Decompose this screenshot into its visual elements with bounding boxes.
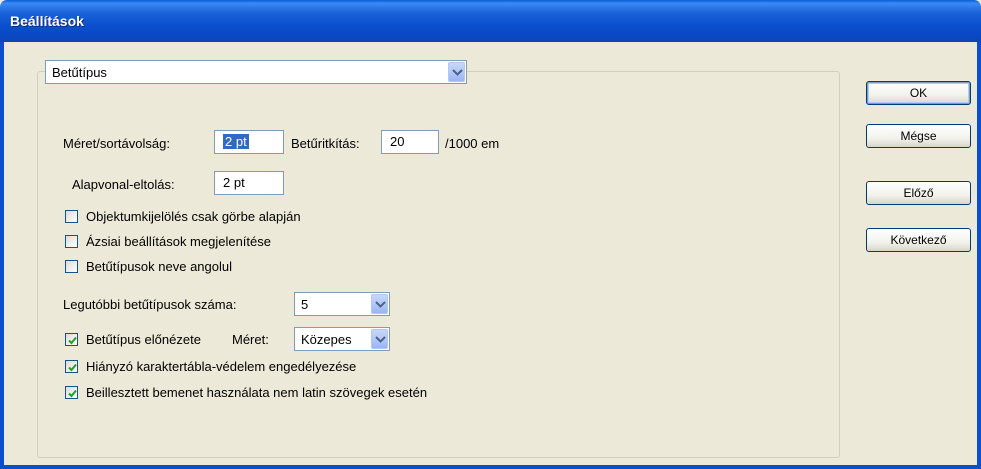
- window-frame-right: [977, 42, 981, 469]
- select-by-path-label: Objektumkijelölés csak görbe alapján: [86, 209, 301, 224]
- checkmark-icon: [68, 363, 77, 372]
- window-frame-left: [0, 42, 4, 469]
- title-bar[interactable]: Beállítások: [0, 0, 981, 42]
- tracking-unit: /1000 em: [445, 136, 500, 151]
- missing-glyph-protection-label: Hiányzó karaktertábla-védelem engedélyez…: [86, 359, 357, 374]
- preview-size-label: Méret:: [232, 332, 269, 347]
- baseline-shift-label: Alapvonal-eltolás:: [72, 177, 175, 192]
- english-font-names-label: Betűtípusok neve angolul: [86, 259, 232, 274]
- baseline-shift-input[interactable]: 2 pt: [214, 171, 284, 195]
- window-frame-bottom: [0, 465, 981, 469]
- cancel-button[interactable]: Mégse: [866, 124, 971, 148]
- checkmark-icon: [68, 336, 77, 345]
- font-preview-checkbox[interactable]: [65, 333, 78, 346]
- recent-fonts-select[interactable]: 5: [294, 292, 390, 316]
- size-leading-label: Méret/sortávolság:: [63, 136, 170, 151]
- ok-button[interactable]: OK: [866, 81, 971, 105]
- tracking-label: Betűritkítás:: [291, 136, 360, 151]
- chevron-down-icon: [375, 301, 386, 308]
- next-button[interactable]: Következő: [866, 228, 971, 252]
- size-leading-value: 2 pt: [223, 134, 249, 149]
- panel-select-dropdown-button[interactable]: [448, 62, 465, 82]
- inline-input-label: Beillesztett bemenet használata nem lati…: [86, 385, 428, 400]
- recent-fonts-label: Legutóbbi betűtípusok száma:: [63, 297, 237, 312]
- baseline-shift-value: 2 pt: [223, 175, 245, 190]
- asian-options-label: Ázsiai beállítások megjelenítése: [86, 234, 271, 249]
- window-title: Beállítások: [10, 13, 84, 29]
- asian-options-checkbox[interactable]: [65, 235, 78, 248]
- size-leading-input[interactable]: 2 pt: [214, 130, 284, 154]
- chevron-down-icon: [452, 69, 463, 76]
- english-font-names-checkbox[interactable]: [65, 260, 78, 273]
- preview-size-value: Közepes: [301, 332, 352, 347]
- panel-select[interactable]: Betűtípus: [45, 60, 467, 84]
- font-preview-label: Betűtípus előnézete: [86, 332, 201, 347]
- inline-input-checkbox[interactable]: [65, 386, 78, 399]
- missing-glyph-protection-checkbox[interactable]: [65, 360, 78, 373]
- preview-size-select[interactable]: Közepes: [294, 327, 390, 351]
- panel-select-value: Betűtípus: [52, 65, 107, 80]
- preview-size-dropdown-button[interactable]: [371, 329, 388, 349]
- select-by-path-checkbox[interactable]: [65, 210, 78, 223]
- chevron-down-icon: [375, 336, 386, 343]
- tracking-value: 20: [390, 134, 405, 149]
- checkmark-icon: [68, 389, 77, 398]
- tracking-input[interactable]: 20: [381, 130, 439, 154]
- recent-fonts-dropdown-button[interactable]: [371, 294, 388, 314]
- recent-fonts-value: 5: [301, 297, 309, 312]
- previous-button[interactable]: Előző: [866, 181, 971, 205]
